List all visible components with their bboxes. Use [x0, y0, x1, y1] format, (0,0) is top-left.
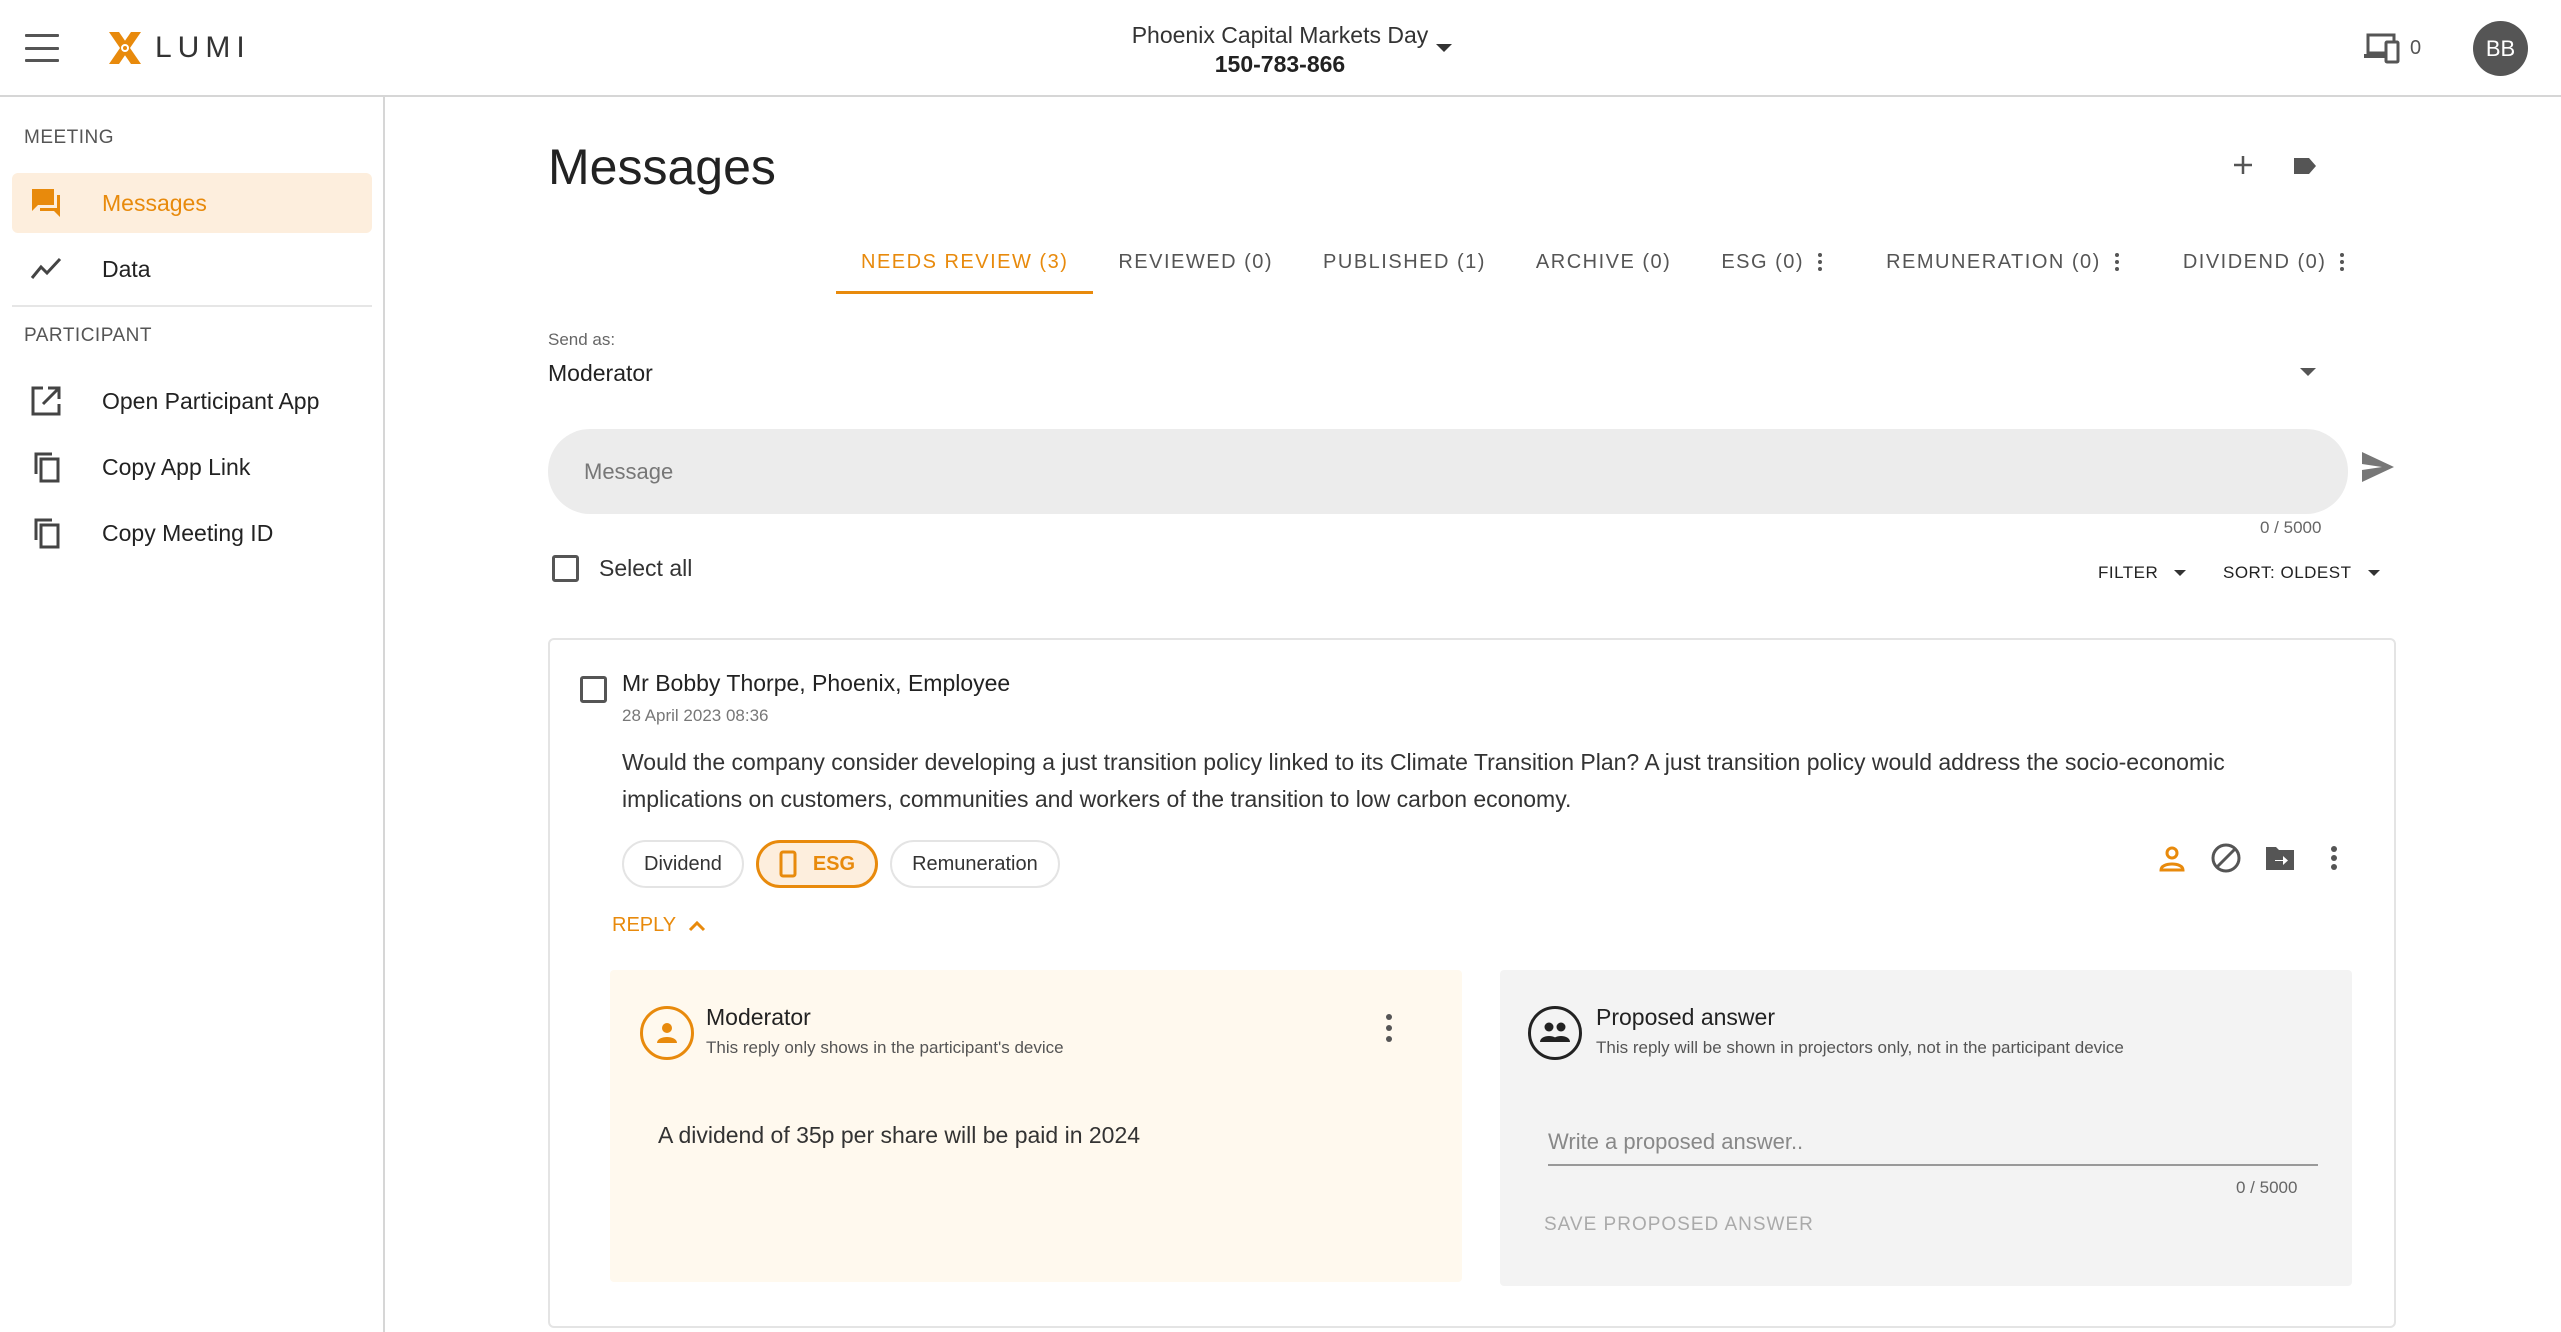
sidebar-item-label: Data [102, 255, 151, 282]
message-card: Mr Bobby Thorpe, Phoenix, Employee 28 Ap… [548, 638, 2396, 1328]
sidebar: MEETING Messages Data PARTICIPANT Open P… [0, 97, 385, 1332]
meeting-name: Phoenix Capital Markets Day [1131, 22, 1429, 48]
sidebar-item-messages[interactable]: Messages [12, 173, 372, 233]
person-icon[interactable] [2155, 838, 2189, 878]
send-icon[interactable] [2360, 450, 2396, 489]
move-to-folder-icon[interactable] [2263, 838, 2297, 878]
menu-icon[interactable] [25, 34, 59, 62]
send-as-label: Send as: [548, 330, 616, 349]
more-vert-icon[interactable] [1818, 253, 1823, 271]
block-icon[interactable] [2209, 838, 2243, 878]
meeting-dropdown-icon[interactable] [1436, 44, 1452, 52]
sidebar-item-data[interactable]: Data [12, 239, 372, 299]
filter-button[interactable]: FILTER [2098, 563, 2187, 583]
message-checkbox[interactable] [580, 676, 607, 703]
page-title: Messages [548, 139, 776, 195]
proposed-answer-input[interactable] [1548, 1120, 2318, 1166]
chat-icon [22, 186, 70, 220]
tag-remuneration[interactable]: Remuneration [890, 840, 1060, 888]
user-avatar[interactable]: BB [2473, 21, 2528, 76]
lumi-logo[interactable]: LUMI [105, 28, 251, 68]
sidebar-item-copy-app-link[interactable]: Copy App Link [12, 437, 372, 497]
proposed-answer-subtitle: This reply will be shown in projectors o… [1596, 1038, 2124, 1057]
save-proposed-answer-button[interactable]: SAVE PROPOSED ANSWER [1544, 1214, 1814, 1236]
tab-published[interactable]: PUBLISHED (1) [1298, 230, 1511, 294]
tab-remuneration[interactable]: REMUNERATION (0) [1861, 230, 2144, 294]
chevron-down-icon [2367, 570, 2380, 576]
meeting-id: 150-783-866 [1214, 51, 1346, 77]
copy-icon [22, 450, 70, 484]
chevron-up-icon [689, 920, 706, 931]
sort-button[interactable]: SORT: OLDEST [2223, 563, 2380, 583]
add-icon[interactable] [2232, 154, 2254, 181]
more-vert-icon[interactable] [2317, 838, 2351, 878]
tag-esg[interactable]: ESG [755, 840, 879, 888]
message-actions [2155, 838, 2351, 878]
message-tags: Dividend ESG Remuneration [622, 840, 1060, 888]
moderator-reply-text: A dividend of 35p per share will be paid… [658, 1122, 1141, 1148]
devices-count: 0 [2410, 36, 2422, 59]
select-all-checkbox[interactable]: Select all [552, 555, 692, 582]
reply-toggle[interactable]: REPLY [612, 914, 706, 937]
open-external-icon [22, 384, 70, 418]
message-author: Mr Bobby Thorpe, Phoenix, Employee [622, 670, 1011, 696]
trend-line-icon [22, 252, 70, 286]
sidebar-section-meeting: MEETING [24, 127, 115, 148]
person-icon [657, 1023, 677, 1043]
moderator-reply-subtitle: This reply only shows in the participant… [706, 1038, 1064, 1057]
sidebar-item-label: Copy Meeting ID [102, 519, 274, 546]
message-body: Would the company consider developing a … [622, 749, 2225, 812]
send-as-select[interactable]: Moderator [548, 360, 653, 387]
sidebar-item-label: Open Participant App [102, 387, 320, 414]
logo-text: LUMI [155, 31, 251, 64]
sidebar-item-copy-meeting-id[interactable]: Copy Meeting ID [12, 503, 372, 563]
more-vert-icon[interactable] [2114, 253, 2119, 271]
sidebar-item-open-participant-app[interactable]: Open Participant App [12, 371, 372, 431]
moderator-reply-panel: Moderator This reply only shows in the p… [610, 970, 1462, 1282]
tab-reviewed[interactable]: REVIEWED (0) [1093, 230, 1298, 294]
select-all-label: Select all [599, 555, 693, 581]
message-timestamp: 28 April 2023 08:36 [622, 706, 769, 725]
devices-icon [2364, 33, 2400, 64]
message-input[interactable] [548, 429, 2348, 514]
moderator-avatar [640, 1006, 694, 1060]
tab-esg[interactable]: ESG (0) [1696, 230, 1847, 294]
tab-dividend[interactable]: DIVIDEND (0) [2158, 230, 2370, 294]
proposed-answer-char-count: 0 / 5000 [2236, 1178, 2298, 1197]
label-tag-icon[interactable] [2292, 156, 2318, 181]
chevron-down-icon [2174, 570, 2187, 576]
meeting-selector[interactable]: Phoenix Capital Markets Day 150-783-866 [1100, 20, 1460, 78]
message-tabs: NEEDS REVIEW (3) REVIEWED (0) PUBLISHED … [836, 230, 2369, 294]
proposed-answer-title: Proposed answer [1596, 1004, 1775, 1030]
more-vert-icon[interactable] [1386, 1014, 1392, 1042]
app-header: LUMI Phoenix Capital Markets Day 150-783… [0, 0, 2561, 97]
sidebar-section-participant: PARTICIPANT [24, 325, 152, 346]
send-as-dropdown-icon[interactable] [2300, 368, 2316, 376]
sidebar-divider [12, 305, 372, 307]
tab-needs-review[interactable]: NEEDS REVIEW (3) [836, 230, 1094, 294]
more-vert-icon[interactable] [2340, 253, 2345, 271]
checkbox[interactable] [552, 555, 579, 582]
mobile-device-icon [779, 850, 797, 878]
sidebar-item-label: Copy App Link [102, 453, 251, 480]
lumi-x-icon [109, 32, 141, 64]
group-avatar [1528, 1006, 1582, 1060]
copy-icon [22, 516, 70, 550]
tag-dividend[interactable]: Dividend [622, 840, 744, 888]
devices-indicator[interactable]: 0 [2362, 30, 2421, 66]
proposed-answer-panel: Proposed answer This reply will be shown… [1500, 970, 2352, 1286]
group-icon [1540, 1022, 1570, 1042]
message-char-count: 0 / 5000 [2260, 518, 2322, 537]
sidebar-item-label: Messages [102, 189, 207, 216]
moderator-reply-title: Moderator [706, 1004, 811, 1030]
tab-archive[interactable]: ARCHIVE (0) [1511, 230, 1696, 294]
